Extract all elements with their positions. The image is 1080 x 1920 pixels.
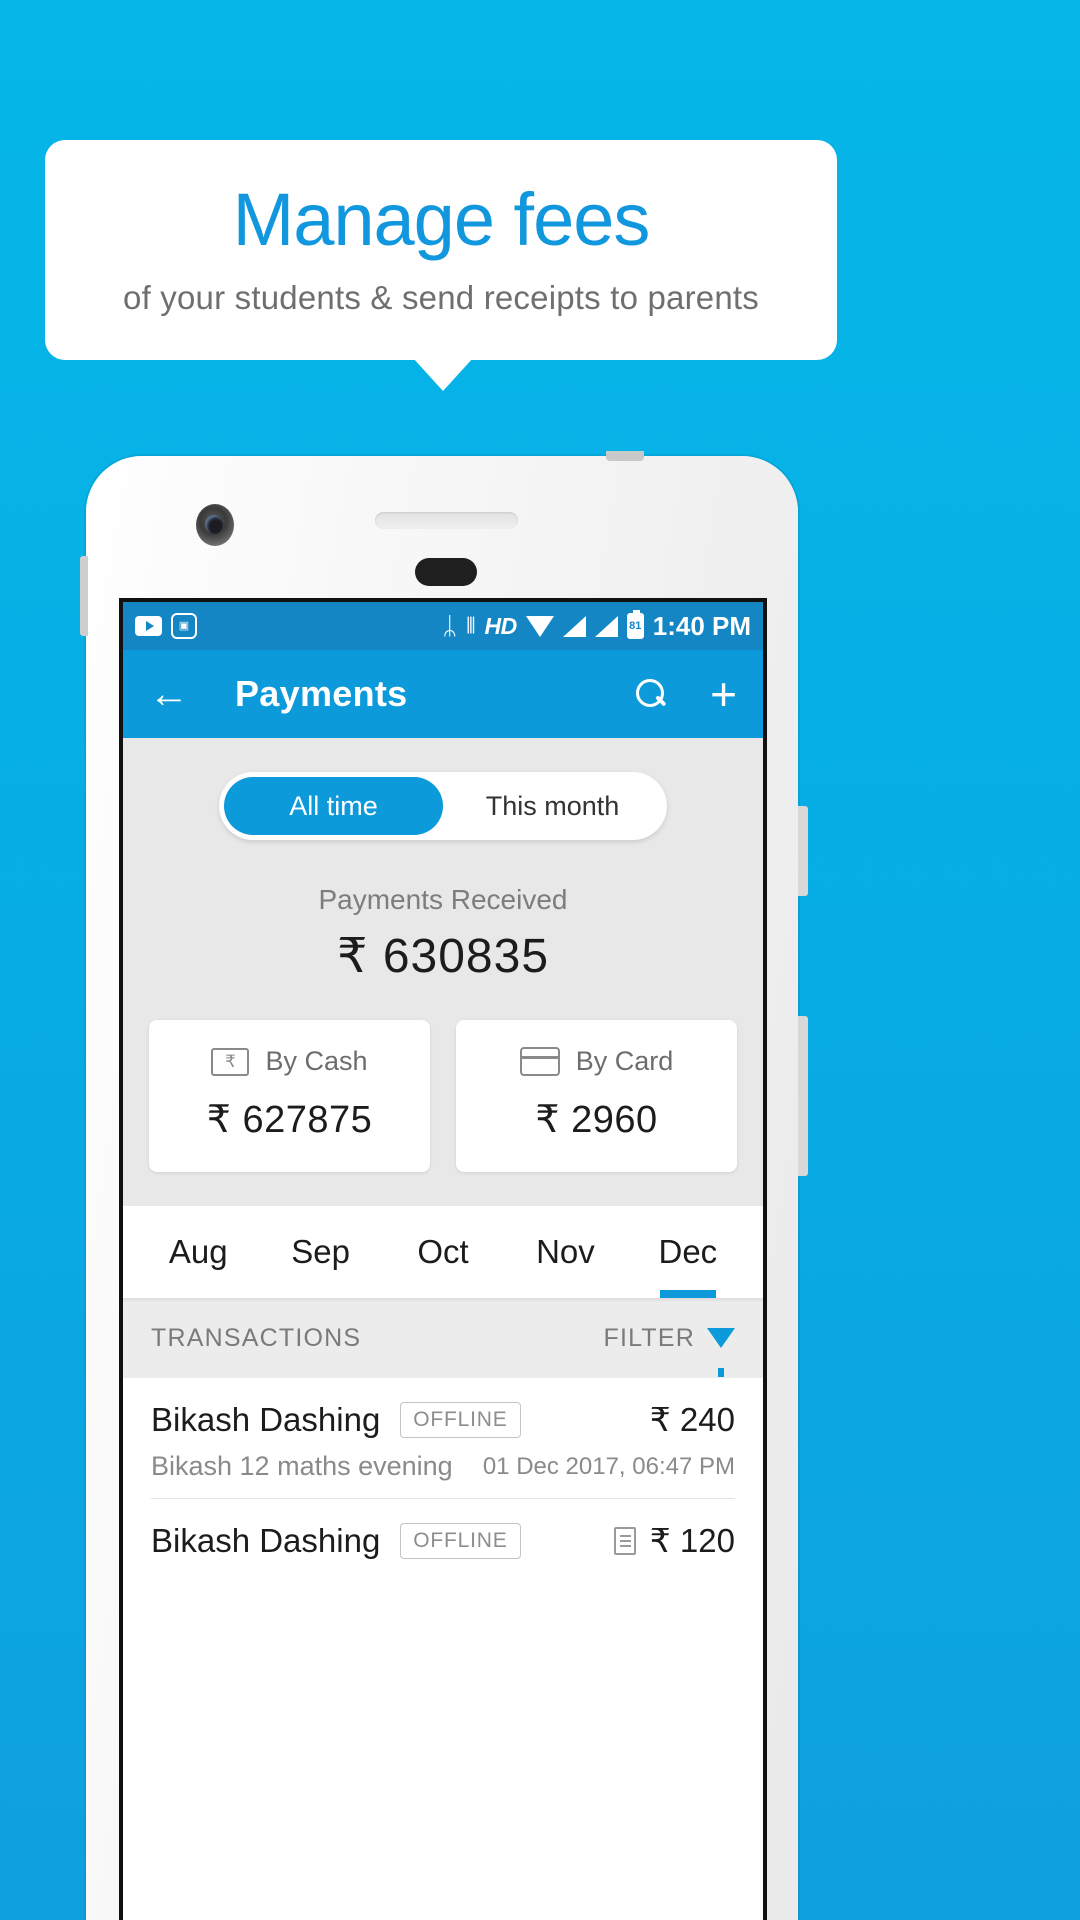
- time-range-toggle[interactable]: All time This month: [219, 772, 667, 840]
- search-icon[interactable]: [636, 679, 666, 709]
- by-cash-label: By Cash: [265, 1046, 368, 1076]
- funnel-icon: [707, 1328, 735, 1377]
- phone-screen: ▣ ᛦ ⫴ HD 81 1:40 PM ← Payments + All tim…: [119, 598, 767, 1920]
- transaction-amount-value: ₹ 120: [649, 1522, 735, 1559]
- transaction-amount: ₹ 120: [613, 1521, 735, 1560]
- page-title: Payments: [235, 673, 408, 714]
- receipt-icon[interactable]: [613, 1526, 636, 1555]
- by-card-header: By Card: [519, 1046, 674, 1077]
- screenshot-icon: ▣: [171, 613, 197, 639]
- transactions-list: Bikash Dashing OFFLINE ₹ 240 Bikash 12 m…: [123, 1378, 763, 1560]
- add-icon[interactable]: +: [710, 671, 737, 717]
- payments-received-label: Payments Received: [318, 884, 568, 915]
- rupee-note-icon: ₹: [211, 1047, 250, 1076]
- proximity-sensor: [415, 558, 477, 586]
- transaction-secondary-line: Bikash 12 maths evening 01 Dec 2017, 06:…: [151, 1451, 735, 1499]
- credit-card-icon: [519, 1047, 560, 1076]
- app-bar: ← Payments +: [123, 650, 763, 738]
- status-badge: OFFLINE: [400, 1522, 521, 1559]
- transaction-primary-line: Bikash Dashing OFFLINE ₹ 240: [151, 1400, 735, 1439]
- wifi-icon: [525, 615, 554, 637]
- youtube-icon: [135, 616, 162, 636]
- tab-nov[interactable]: Nov: [504, 1206, 626, 1298]
- promo-bubble: Manage fees of your students & send rece…: [45, 140, 837, 360]
- by-card-card[interactable]: By Card ₹ 2960: [456, 1020, 737, 1172]
- promo-subtitle: of your students & send receipts to pare…: [123, 279, 759, 316]
- tab-oct[interactable]: Oct: [382, 1206, 504, 1298]
- phone-volume-button[interactable]: [798, 806, 808, 896]
- status-bar-notifications: ▣: [135, 613, 197, 639]
- by-card-label: By Card: [575, 1046, 674, 1076]
- table-row[interactable]: Bikash Dashing OFFLINE ₹ 120: [123, 1499, 763, 1560]
- status-bar-system: ᛦ ⫴ HD 81 1:40 PM: [442, 610, 751, 642]
- front-camera-icon: [196, 504, 234, 546]
- filter-label: FILTER: [603, 1323, 695, 1352]
- transaction-name: Bikash Dashing: [151, 1521, 381, 1559]
- earpiece-speaker: [375, 512, 518, 529]
- bluetooth-icon: ᛦ: [442, 611, 458, 640]
- segment-this-month[interactable]: This month: [443, 777, 662, 835]
- status-badge: OFFLINE: [400, 1401, 521, 1438]
- summary-panel: All time This month Payments Received ₹ …: [123, 738, 763, 1206]
- promo-bubble-tail: [413, 358, 473, 391]
- transactions-label: TRANSACTIONS: [151, 1323, 362, 1352]
- by-card-amount: ₹ 2960: [535, 1099, 658, 1141]
- by-cash-amount: ₹ 627875: [206, 1099, 373, 1141]
- transaction-primary-line: Bikash Dashing OFFLINE ₹ 120: [151, 1521, 735, 1560]
- vibrate-icon: ⫴: [466, 613, 476, 638]
- signal-sim1-icon: [562, 615, 586, 637]
- signal-sim2-icon: [594, 615, 618, 637]
- table-row[interactable]: Bikash Dashing OFFLINE ₹ 240 Bikash 12 m…: [123, 1378, 763, 1499]
- phone-mockup: ▣ ᛦ ⫴ HD 81 1:40 PM ← Payments + All tim…: [80, 451, 808, 1920]
- by-cash-header: ₹ By Cash: [211, 1046, 368, 1077]
- status-bar-clock: 1:40 PM: [652, 610, 751, 641]
- transactions-header: TRANSACTIONS FILTER: [123, 1298, 763, 1378]
- tab-aug[interactable]: Aug: [137, 1206, 259, 1298]
- payment-breakdown-cards: ₹ By Cash ₹ 627875 By Card ₹ 2960: [123, 984, 763, 1206]
- by-cash-card[interactable]: ₹ By Cash ₹ 627875: [149, 1020, 430, 1172]
- status-bar: ▣ ᛦ ⫴ HD 81 1:40 PM: [123, 602, 763, 650]
- month-tabs[interactable]: Aug Sep Oct Nov Dec: [123, 1206, 763, 1298]
- filter-button[interactable]: FILTER: [603, 1323, 735, 1377]
- payments-received-amount: ₹ 630835: [336, 930, 550, 983]
- promo-title: Manage fees: [232, 178, 651, 261]
- tab-sep[interactable]: Sep: [259, 1206, 381, 1298]
- hd-indicator: HD: [484, 612, 518, 639]
- back-icon[interactable]: ←: [149, 674, 189, 714]
- phone-power-button[interactable]: [798, 1016, 808, 1176]
- transaction-description: Bikash 12 maths evening: [151, 1451, 453, 1481]
- transaction-name: Bikash Dashing: [151, 1400, 381, 1438]
- segment-all-time[interactable]: All time: [224, 777, 443, 835]
- app-bar-actions: +: [636, 671, 737, 717]
- transaction-amount: ₹ 240: [649, 1401, 735, 1438]
- phone-left-button[interactable]: [80, 556, 88, 636]
- phone-top-notch: [606, 451, 644, 461]
- battery-icon: 81: [626, 610, 644, 639]
- transaction-date: 01 Dec 2017, 06:47 PM: [482, 1452, 735, 1480]
- tab-dec[interactable]: Dec: [627, 1206, 749, 1298]
